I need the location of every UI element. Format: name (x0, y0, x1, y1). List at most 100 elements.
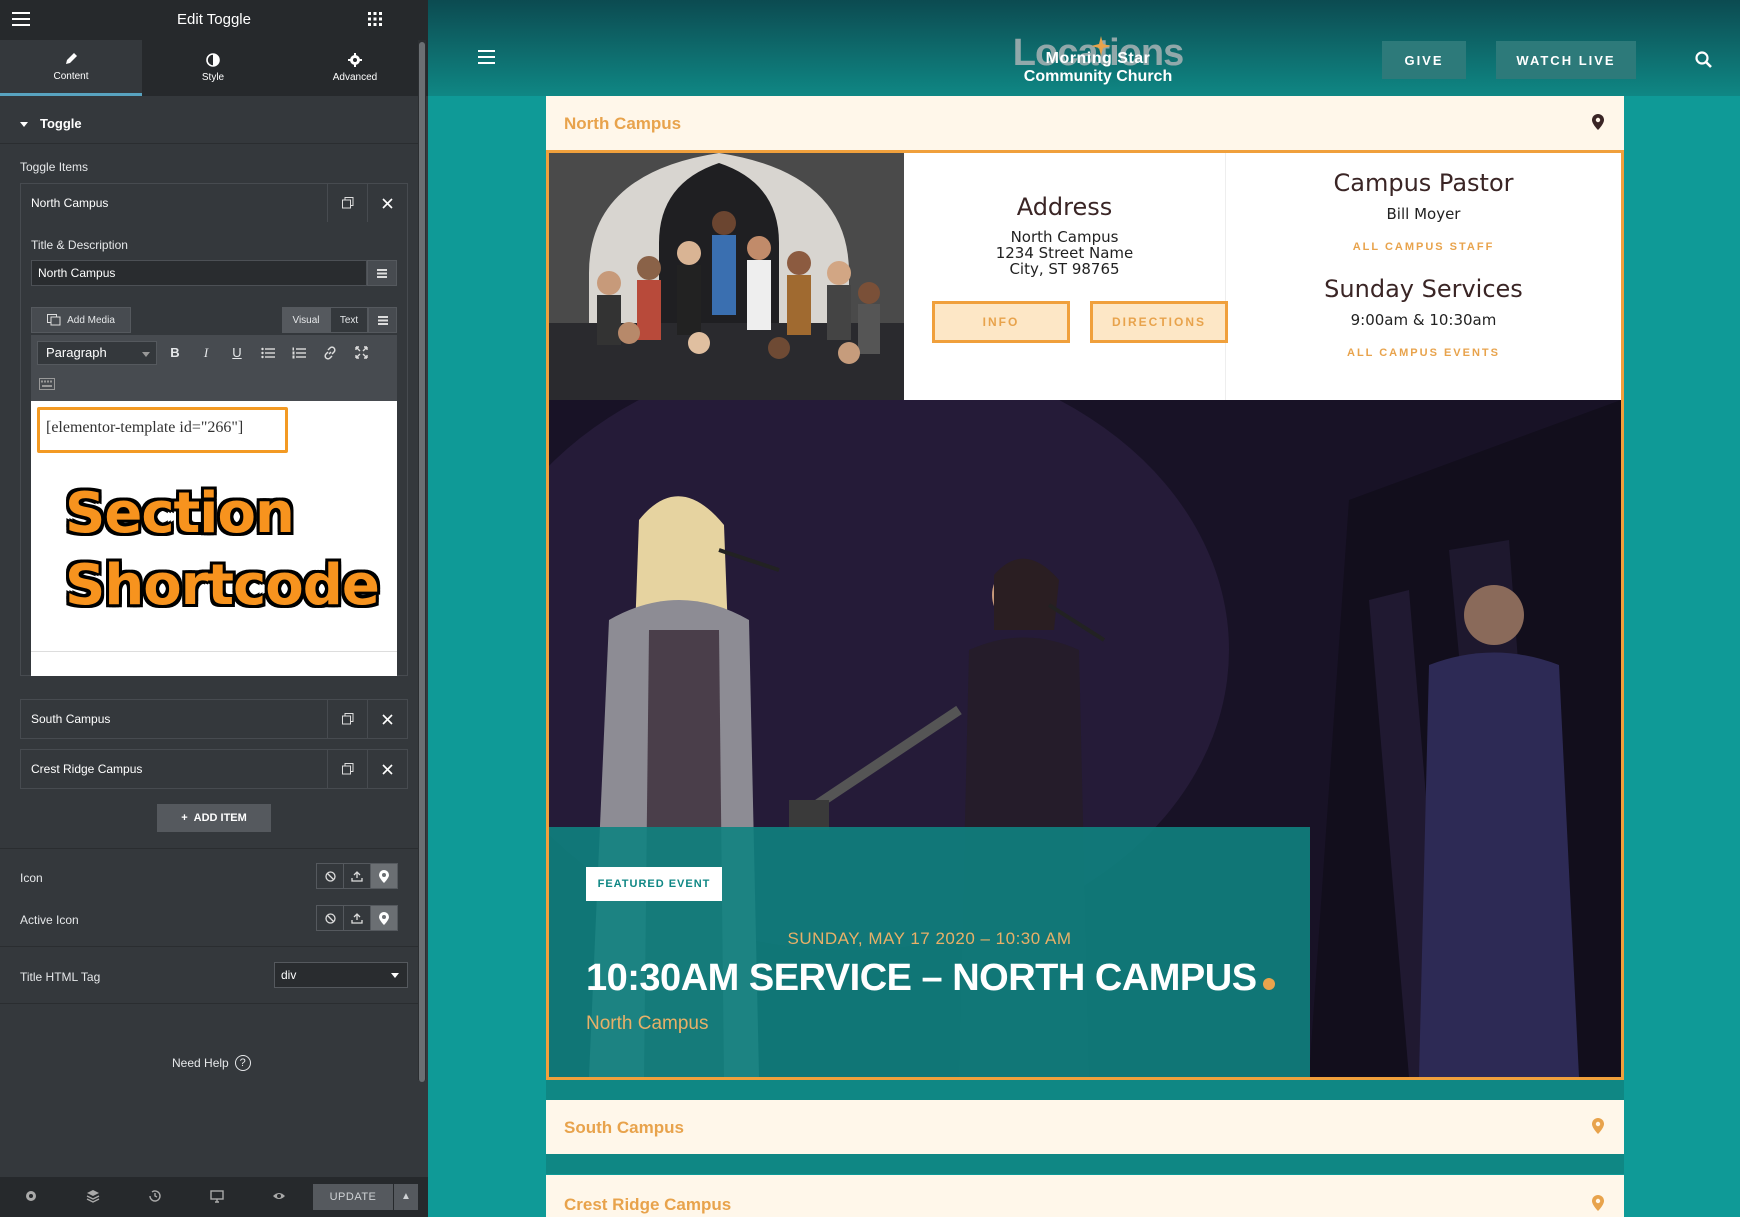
site-preview: Locations Morning Star Community Church … (428, 0, 1740, 1217)
plus-icon: + (181, 812, 188, 824)
logo-line-1: Morning Star (1045, 50, 1151, 67)
bullet-list-icon[interactable] (256, 342, 280, 364)
event-date: SUNDAY, MAY 17 2020 – 10:30 AM (787, 929, 1072, 948)
duplicate-icon[interactable] (327, 184, 367, 222)
all-campus-staff-link[interactable]: ALL CAMPUS STAFF (1226, 241, 1621, 253)
tab-text[interactable]: Text (330, 307, 368, 333)
duplicate-icon[interactable] (327, 700, 367, 738)
update-options-caret-icon[interactable]: ▲ (394, 1184, 418, 1210)
tab-advanced[interactable]: Advanced (284, 40, 426, 96)
active-icon-choice-group[interactable] (316, 905, 398, 931)
add-media-button[interactable]: Add Media (31, 307, 131, 333)
widgets-grid-icon[interactable] (368, 12, 382, 26)
bold-icon[interactable]: B (163, 342, 187, 364)
toggle-content-north: Address North Campus 1234 Street Name Ci… (546, 150, 1624, 1080)
repeater-item-south: South Campus (20, 699, 408, 739)
duplicate-icon[interactable] (327, 750, 367, 788)
keyboard-icon[interactable] (35, 373, 59, 395)
panel-title: Edit Toggle (177, 11, 251, 28)
site-menu-icon[interactable] (478, 50, 495, 64)
upload-icon[interactable] (344, 906, 371, 930)
event-title-text: 10:30AM SERVICE – NORTH CAMPUS (586, 957, 1257, 999)
gear-icon (348, 53, 362, 67)
map-pin-icon[interactable] (371, 906, 397, 930)
map-pin-icon[interactable] (371, 864, 397, 888)
title-html-tag-select[interactable]: div (274, 962, 408, 988)
repeater-item-title: South Campus (31, 712, 111, 726)
editor-dynamic-icon[interactable] (368, 307, 397, 333)
give-button[interactable]: GIVE (1382, 41, 1466, 79)
search-icon[interactable] (1695, 51, 1712, 68)
responsive-desktop-icon[interactable] (210, 1189, 228, 1207)
toggle-crest-ridge-campus[interactable]: Crest Ridge Campus (546, 1175, 1624, 1217)
toggle-south-campus[interactable]: South Campus (546, 1100, 1624, 1154)
title-html-tag-label: Title HTML Tag (20, 970, 101, 984)
title-input[interactable]: North Campus (31, 260, 367, 286)
icon-control: Icon (0, 857, 418, 897)
none-icon[interactable] (317, 906, 344, 930)
active-icon-label: Active Icon (20, 913, 79, 927)
tab-content[interactable]: Content (0, 40, 142, 96)
logo-line-2: Community Church (1023, 68, 1173, 85)
editor-content-area[interactable]: [elementor-template id="266"] Section Sh… (31, 401, 397, 676)
link-icon[interactable] (318, 342, 342, 364)
tab-content-label: Content (53, 70, 89, 82)
map-pin-icon (1592, 1195, 1604, 1211)
update-button[interactable]: UPDATE (313, 1184, 393, 1210)
site-logo[interactable]: Locations Morning Star Community Church (1003, 32, 1193, 85)
watch-live-button[interactable]: WATCH LIVE (1496, 41, 1636, 79)
repeater-row-header[interactable]: Crest Ridge Campus (21, 750, 407, 788)
numbered-list-icon[interactable] (287, 342, 311, 364)
title-html-tag-value: div (281, 968, 297, 982)
toggle-north-campus[interactable]: North Campus (546, 96, 1624, 150)
repeater-row-header[interactable]: South Campus (21, 700, 407, 738)
all-campus-events-link[interactable]: ALL CAMPUS EVENTS (1226, 347, 1621, 359)
need-help-label: Need Help (172, 1056, 229, 1070)
close-icon[interactable] (367, 184, 407, 222)
tab-style[interactable]: Style (142, 40, 284, 96)
help-icon: ? (234, 1055, 251, 1071)
annotation-section-label: Section (65, 481, 295, 546)
icon-choice-group[interactable] (316, 863, 398, 889)
active-icon-control: Active Icon (0, 899, 418, 939)
need-help-link[interactable]: Need Help ? (172, 1055, 251, 1071)
format-select[interactable]: Paragraph (37, 341, 157, 365)
toggle-separator (546, 1080, 1624, 1100)
caret-down-icon (20, 122, 28, 128)
editor-panel: Edit Toggle Content Style Advanced Toggl… (0, 0, 428, 1217)
add-item-button[interactable]: + ADD ITEM (157, 804, 271, 832)
service-times: 9:00am & 10:30am (1350, 311, 1497, 329)
panel-scrollbar[interactable] (418, 40, 426, 1082)
upload-icon[interactable] (344, 864, 371, 888)
dynamic-tags-icon[interactable] (367, 260, 397, 286)
section-toggle-header[interactable]: Toggle (0, 104, 418, 144)
panel-header: Edit Toggle (0, 0, 428, 40)
repeater-item-title: Crest Ridge Campus (31, 762, 143, 776)
settings-gear-icon[interactable] (24, 1189, 42, 1207)
close-icon[interactable] (367, 700, 407, 738)
add-media-label: Add Media (67, 314, 115, 326)
toggle-title: South Campus (564, 1118, 684, 1137)
tab-advanced-label: Advanced (332, 72, 378, 83)
featured-event-card[interactable]: FEATURED EVENT SUNDAY, MAY 17 2020 – 10:… (549, 827, 1310, 1077)
close-icon[interactable] (367, 750, 407, 788)
repeater-item-title: North Campus (31, 196, 109, 210)
fullscreen-icon[interactable] (349, 342, 373, 364)
italic-icon[interactable]: I (194, 342, 218, 364)
directions-button[interactable]: DIRECTIONS (1090, 301, 1228, 343)
site-header: Locations Morning Star Community Church … (428, 0, 1740, 96)
address-line-1: North Campus (1010, 228, 1119, 246)
history-icon[interactable] (148, 1189, 166, 1207)
underline-icon[interactable]: U (225, 342, 249, 364)
info-button[interactable]: INFO (932, 301, 1070, 343)
preview-eye-icon[interactable] (272, 1189, 290, 1207)
title-description-label: Title & Description (31, 238, 128, 252)
event-location: North Campus (586, 1013, 709, 1034)
event-title[interactable]: 10:30AM SERVICE – NORTH CAMPUS (586, 957, 1275, 1000)
layers-icon[interactable] (86, 1189, 104, 1207)
section-title: Toggle (40, 116, 82, 131)
tab-visual[interactable]: Visual (282, 307, 330, 333)
address-column: Address North Campus 1234 Street Name Ci… (904, 153, 1228, 400)
repeater-row-header[interactable]: North Campus (21, 184, 407, 222)
none-icon[interactable] (317, 864, 344, 888)
